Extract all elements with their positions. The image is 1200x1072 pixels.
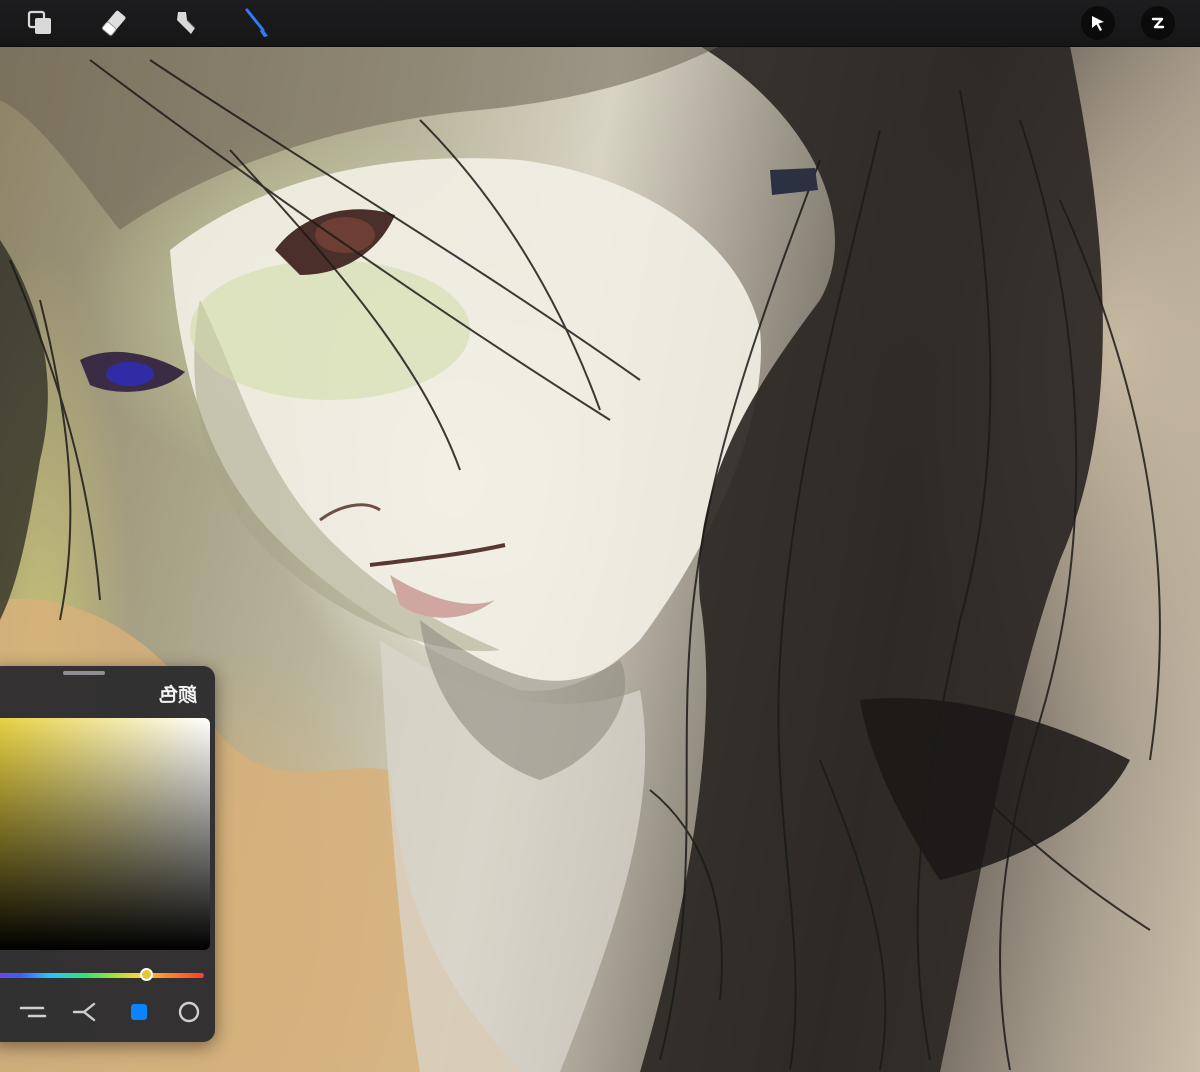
undo-icon — [1151, 17, 1165, 29]
select-cursor-button[interactable] — [1081, 6, 1115, 40]
undo-button[interactable] — [1141, 6, 1175, 40]
harmony-icon — [72, 1002, 96, 1022]
brush-button[interactable] — [240, 5, 276, 41]
brush-icon — [245, 8, 268, 37]
saturation-brightness-picker[interactable] — [0, 718, 210, 950]
cursor-arrow-icon — [1092, 16, 1104, 31]
color-panel: 颜色 — [0, 666, 215, 1042]
sliders-icon — [19, 1006, 47, 1018]
smudge-icon — [177, 12, 196, 34]
swatches-mode-button[interactable] — [124, 998, 154, 1026]
circle-icon — [178, 1001, 200, 1023]
hue-slider-knob[interactable] — [140, 968, 153, 981]
disc-mode-button[interactable] — [174, 998, 204, 1026]
layers-icon — [27, 10, 51, 34]
layers-button[interactable] — [22, 5, 58, 41]
swatch-square-icon — [131, 1004, 147, 1020]
palette-mode-button[interactable] — [18, 998, 48, 1026]
smudge-button[interactable] — [167, 5, 203, 41]
color-panel-title: 颜色 — [158, 684, 197, 706]
eraser-icon — [102, 10, 126, 36]
harmony-mode-button[interactable] — [70, 998, 100, 1026]
eraser-button[interactable] — [96, 5, 132, 41]
panel-grabber-handle[interactable] — [63, 671, 105, 675]
hue-slider[interactable] — [0, 973, 204, 978]
top-toolbar — [0, 0, 1200, 47]
